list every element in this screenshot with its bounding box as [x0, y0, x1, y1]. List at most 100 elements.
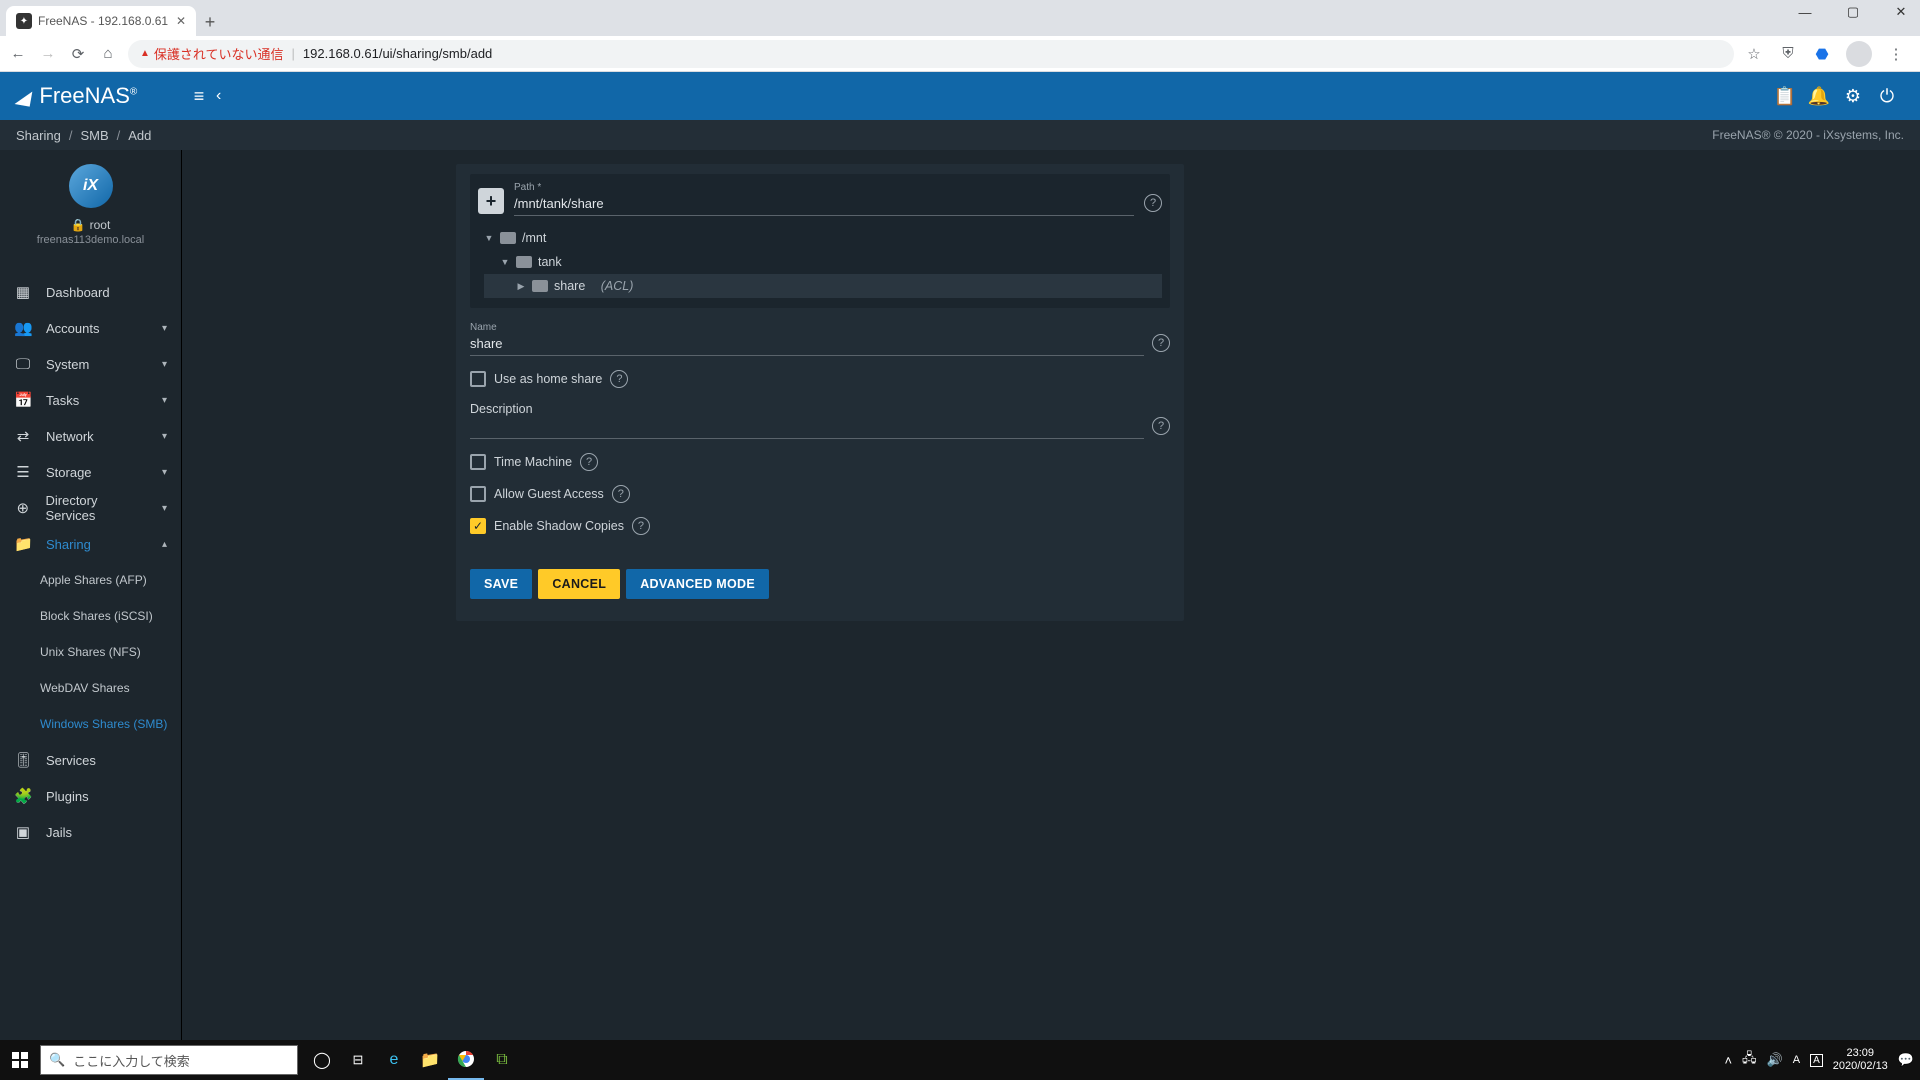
path-tree: ▼/mnt ▼tank ▶share (ACL) [478, 226, 1162, 298]
system-icon: 🖵 [14, 356, 32, 373]
tab-close-icon[interactable]: ✕ [176, 14, 186, 28]
help-icon[interactable]: ? [580, 453, 598, 471]
new-tab-button[interactable]: + [196, 8, 224, 36]
tray-volume-icon[interactable]: 🔊 [1767, 1052, 1783, 1068]
nav-forward-icon[interactable]: → [38, 45, 58, 62]
pocket-icon[interactable]: ⛨ [1778, 45, 1798, 62]
browser-menu-icon[interactable]: ⋮ [1886, 45, 1906, 63]
sidebar-item-accounts[interactable]: 👥Accounts▾ [0, 310, 181, 346]
sidebar-item-services[interactable]: 🎚Services [0, 742, 181, 778]
taskbar-vmware[interactable]: ⧉ [484, 1040, 520, 1080]
sidebar-item-plugins[interactable]: 🧩Plugins [0, 778, 181, 814]
help-icon[interactable]: ? [610, 370, 628, 388]
description-label: Description [470, 402, 1144, 416]
taskbar-explorer[interactable]: 📁 [412, 1040, 448, 1080]
home-share-row[interactable]: Use as home share ? [470, 370, 1170, 388]
nav-reload-icon[interactable]: ⟳ [68, 45, 88, 63]
sidebar-item-jails[interactable]: ▣Jails [0, 814, 181, 850]
sidebar-sub-afp[interactable]: Apple Shares (AFP) [0, 562, 181, 598]
sidebar-item-tasks[interactable]: 📅Tasks▾ [0, 382, 181, 418]
path-input[interactable] [514, 193, 1134, 216]
guest-access-row[interactable]: Allow Guest Access ? [470, 485, 1170, 503]
breadcrumb-bar: Sharing / SMB / Add FreeNAS® © 2020 - iX… [0, 120, 1920, 150]
crumb-sharing[interactable]: Sharing [16, 128, 61, 143]
browser-tab[interactable]: ✦ FreeNAS - 192.168.0.61 ✕ [6, 6, 196, 36]
advanced-mode-button[interactable]: ADVANCED MODE [626, 569, 769, 599]
time-machine-row[interactable]: Time Machine ? [470, 453, 1170, 471]
tray-chevron-icon[interactable]: ˄ [1724, 1053, 1732, 1068]
chevron-down-icon: ▾ [162, 431, 167, 442]
tree-collapse-icon[interactable]: ▼ [500, 257, 510, 267]
window-minimize-icon[interactable]: — [1790, 5, 1820, 20]
cortana-icon[interactable]: ⊟ [340, 1040, 376, 1080]
brand-logo[interactable]: ◣ FreeNAS® [16, 83, 182, 109]
taskbar-search[interactable]: 🔍 ここに入力して検索 [40, 1045, 298, 1075]
help-icon[interactable]: ? [1152, 334, 1170, 352]
profile-avatar[interactable] [1846, 41, 1872, 67]
tree-node-share[interactable]: ▶share (ACL) [484, 274, 1162, 298]
tray-ime-icon[interactable]: A [1810, 1054, 1823, 1067]
sidebar-sub-webdav[interactable]: WebDAV Shares [0, 670, 181, 706]
task-view-icon[interactable]: ◯ [304, 1040, 340, 1080]
save-button[interactable]: SAVE [470, 569, 532, 599]
tree-node-tank[interactable]: ▼tank [484, 250, 1162, 274]
content-area: + Path * ? ▼/mnt ▼tank ▶share (ACL) [182, 150, 1920, 1040]
tray-network-icon[interactable]: 🖧 [1742, 1049, 1757, 1071]
time-machine-checkbox[interactable] [470, 454, 486, 470]
sidebar-sub-iscsi[interactable]: Block Shares (iSCSI) [0, 598, 181, 634]
sidebar-item-system[interactable]: 🖵System▾ [0, 346, 181, 382]
sidebar-item-dashboard[interactable]: ▦Dashboard [0, 274, 181, 310]
help-icon[interactable]: ? [1144, 194, 1162, 212]
path-add-button[interactable]: + [478, 188, 504, 214]
clipboard-icon[interactable]: 📋 [1768, 86, 1802, 107]
menu-toggle-icon[interactable]: ≡ [182, 86, 216, 107]
help-icon[interactable]: ? [612, 485, 630, 503]
nav-home-icon[interactable]: ⌂ [98, 45, 118, 62]
cancel-button[interactable]: CANCEL [538, 569, 620, 599]
window-close-icon[interactable]: ✕ [1886, 4, 1916, 20]
sidebar-item-network[interactable]: ⇄Network▾ [0, 418, 181, 454]
sidebar-item-storage[interactable]: ☰Storage▾ [0, 454, 181, 490]
home-share-checkbox[interactable] [470, 371, 486, 387]
extension-icon[interactable]: ⬣ [1812, 45, 1832, 63]
guest-access-checkbox[interactable] [470, 486, 486, 502]
sidebar-sub-smb[interactable]: Windows Shares (SMB) [0, 706, 181, 742]
gear-icon[interactable]: ⚙ [1836, 86, 1870, 107]
sidebar-sub-nfs[interactable]: Unix Shares (NFS) [0, 634, 181, 670]
chevron-down-icon: ▾ [162, 467, 167, 478]
power-icon[interactable]: ⏻ [1870, 86, 1904, 107]
folder-icon [516, 256, 532, 268]
name-input[interactable] [470, 333, 1144, 356]
address-bar[interactable]: 保護されていない通信 | 192.168.0.61/ui/sharing/smb… [128, 40, 1734, 68]
tray-ime-a-icon[interactable]: A [1793, 1054, 1800, 1066]
shadow-copies-checkbox[interactable]: ✓ [470, 518, 486, 534]
sidebar-item-directory[interactable]: ⊕Directory Services▾ [0, 490, 181, 526]
window-maximize-icon[interactable]: ▢ [1838, 4, 1868, 20]
sidebar-item-sharing[interactable]: 📁Sharing▴ [0, 526, 181, 562]
nav-back-icon[interactable]: ← [8, 45, 28, 62]
name-label: Name [470, 322, 1144, 333]
tray-clock[interactable]: 23:09 2020/02/13 [1833, 1047, 1888, 1073]
help-icon[interactable]: ? [632, 517, 650, 535]
tree-node-mnt[interactable]: ▼/mnt [484, 226, 1162, 250]
crumb-smb[interactable]: SMB [80, 128, 108, 143]
search-placeholder: ここに入力して検索 [73, 1051, 190, 1070]
shadow-copies-label: Enable Shadow Copies [494, 519, 624, 533]
tree-expand-icon[interactable]: ▶ [516, 281, 526, 292]
tree-collapse-icon[interactable]: ▼ [484, 233, 494, 243]
tray-notifications-icon[interactable]: 💬 [1898, 1052, 1914, 1068]
help-icon[interactable]: ? [1152, 417, 1170, 435]
start-button[interactable] [0, 1040, 40, 1080]
shadow-copies-row[interactable]: ✓ Enable Shadow Copies ? [470, 517, 1170, 535]
bookmark-star-icon[interactable]: ☆ [1744, 45, 1764, 63]
description-input[interactable] [470, 416, 1144, 439]
windows-taskbar: 🔍 ここに入力して検索 ◯ ⊟ e 📁 ⧉ ˄ 🖧 🔊 A A 23:09 20… [0, 1040, 1920, 1080]
collapse-chevron-icon[interactable]: ‹ [216, 87, 240, 105]
chevron-down-icon: ▾ [162, 503, 167, 514]
bell-icon[interactable]: 🔔 [1802, 86, 1836, 107]
tab-title: FreeNAS - 192.168.0.61 [38, 14, 168, 28]
taskbar-edge[interactable]: e [376, 1040, 412, 1080]
folder-icon [532, 280, 548, 292]
network-icon: ⇄ [14, 427, 32, 445]
taskbar-chrome[interactable] [448, 1040, 484, 1080]
